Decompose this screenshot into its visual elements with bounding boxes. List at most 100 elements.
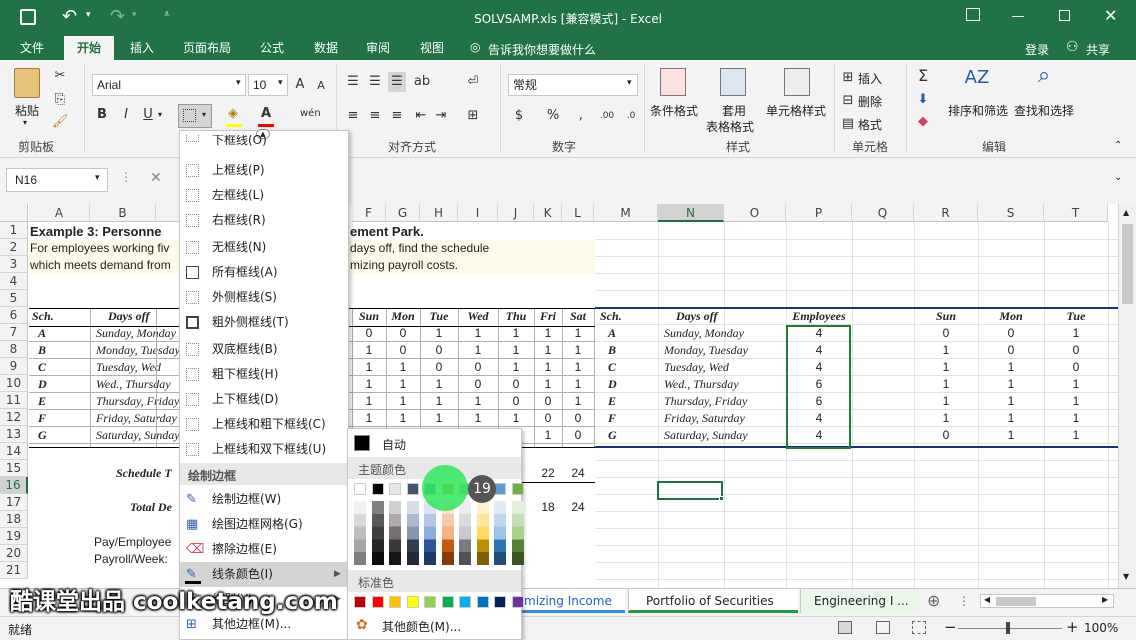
tab-home[interactable]: 开始	[64, 36, 114, 60]
add-sheet-icon[interactable]: ⊕	[927, 591, 940, 610]
column-header-j[interactable]: J	[498, 204, 534, 222]
conditional-format-button[interactable]: 条件格式	[648, 102, 700, 119]
tab-view[interactable]: 视图	[412, 36, 452, 60]
tab-formulas[interactable]: 公式	[252, 36, 292, 60]
format-table-line2[interactable]: 表格格式	[700, 118, 760, 135]
column-header-b[interactable]: B	[90, 204, 156, 222]
column-header-r[interactable]: R	[914, 204, 978, 222]
number-format-select[interactable]: 常规	[508, 74, 638, 96]
fill-icon[interactable]: ⬇	[914, 90, 932, 110]
column-header-m[interactable]: M	[594, 204, 658, 222]
column-header-h[interactable]: H	[420, 204, 458, 222]
phonetic-icon[interactable]: wén	[300, 104, 321, 124]
font-name-select[interactable]: Arial	[92, 74, 246, 96]
theme-shade-column[interactable]	[406, 501, 419, 565]
border-option-2[interactable]: 左框线(L)	[180, 183, 348, 208]
row-header-20[interactable]: 20	[0, 545, 28, 562]
column-header-a[interactable]: A	[29, 204, 90, 222]
align-right-icon[interactable]: ≡	[388, 106, 406, 126]
name-box-dropdown-icon[interactable]: ▾	[95, 173, 100, 183]
row-header-16[interactable]: 16	[0, 477, 28, 494]
standard-color-swatch[interactable]	[389, 596, 401, 608]
vertical-scrollbar[interactable]: ▲ ▼	[1118, 204, 1136, 588]
border-option-9[interactable]: 粗下框线(H)	[180, 362, 348, 387]
number-format-dropdown-icon[interactable]: ▾	[627, 78, 632, 88]
wrap-text-icon[interactable]: ⏎	[464, 72, 482, 92]
align-left-icon[interactable]: ≡	[344, 106, 362, 126]
standard-color-swatch[interactable]	[406, 596, 419, 608]
format-painter-icon[interactable]: 🖌	[52, 112, 69, 132]
border-option-4[interactable]: 无框线(N)	[180, 235, 348, 260]
column-header-f[interactable]: F	[352, 204, 386, 222]
format-cells-button[interactable]: 格式	[858, 116, 882, 133]
auto-color-label[interactable]: 自动	[382, 436, 406, 453]
theme-shade-column[interactable]	[424, 501, 436, 565]
fill-handle[interactable]	[719, 496, 724, 501]
tab-file[interactable]: 文件	[12, 36, 52, 60]
row-header-3[interactable]: 3	[0, 256, 28, 273]
ribbon-display-icon[interactable]	[966, 8, 980, 21]
border-option-3[interactable]: 右框线(R)	[180, 208, 348, 233]
tab-review[interactable]: 审阅	[358, 36, 398, 60]
insert-cells-button[interactable]: 插入	[858, 70, 882, 87]
theme-color-swatch[interactable]	[511, 483, 524, 495]
standard-color-swatch[interactable]	[494, 596, 506, 608]
column-header-q[interactable]: Q	[852, 204, 914, 222]
fill-color-icon[interactable]: ◈	[224, 104, 242, 124]
autosum-icon[interactable]: Σ	[914, 66, 932, 86]
sort-filter-button[interactable]: 排序和筛选	[946, 102, 1010, 119]
row-header-19[interactable]: 19	[0, 528, 28, 545]
theme-shade-column[interactable]	[459, 501, 471, 565]
minimize-icon[interactable]	[1012, 16, 1024, 17]
share-button[interactable]: 共享	[1086, 41, 1110, 58]
login-link[interactable]: 登录	[1025, 41, 1049, 58]
theme-color-swatch[interactable]	[354, 483, 366, 495]
decrease-indent-icon[interactable]: ⇤	[412, 106, 430, 126]
tab-insert[interactable]: 插入	[122, 36, 162, 60]
cell-styles-button[interactable]: 单元格样式	[762, 102, 830, 119]
decrease-decimal-icon[interactable]: .0	[620, 106, 642, 126]
formula-expand-icon[interactable]: ⌄	[1114, 172, 1122, 183]
format-table-line1[interactable]: 套用	[708, 102, 760, 119]
close-icon[interactable]: ✕	[1104, 6, 1117, 25]
row-header-18[interactable]: 18	[0, 511, 28, 528]
row-header-14[interactable]: 14	[0, 443, 28, 460]
theme-shade-column[interactable]	[476, 501, 489, 565]
hscroll-thumb[interactable]	[996, 597, 1036, 606]
theme-color-swatch[interactable]	[389, 483, 401, 495]
percent-button[interactable]: %	[544, 106, 562, 126]
standard-color-swatch[interactable]	[371, 596, 384, 608]
align-middle-icon[interactable]: ☰	[366, 72, 384, 92]
column-header-p[interactable]: P	[786, 204, 852, 222]
increase-indent-icon[interactable]: ⇥	[432, 106, 450, 126]
column-header-i[interactable]: I	[458, 204, 498, 222]
column-header-l[interactable]: L	[562, 204, 594, 222]
draw-option-0[interactable]: ✎ 绘制边框(W)	[180, 487, 348, 512]
row-header-4[interactable]: 4	[0, 273, 28, 290]
theme-shade-column[interactable]	[389, 501, 401, 565]
copy-icon[interactable]: ⎘	[52, 90, 68, 110]
page-layout-view-icon[interactable]	[876, 621, 890, 634]
row-header-9[interactable]: 9	[0, 358, 28, 375]
comma-icon[interactable]: ,	[572, 106, 590, 126]
row-header-6[interactable]: 6	[0, 307, 28, 324]
zoom-slider-thumb[interactable]	[1006, 622, 1010, 634]
draw-option-2[interactable]: ⌫ 擦除边框(E)	[180, 537, 348, 562]
font-name-dropdown-icon[interactable]: ▾	[236, 78, 241, 88]
tab-options-icon[interactable]: ⋮	[958, 594, 970, 608]
tell-me-box[interactable]: 告诉我你想要做什么	[488, 41, 596, 58]
row-header-13[interactable]: 13	[0, 426, 28, 443]
scroll-thumb[interactable]	[1122, 224, 1133, 304]
row-header-11[interactable]: 11	[0, 392, 28, 409]
row-header-7[interactable]: 7	[0, 324, 28, 341]
standard-color-swatch[interactable]	[511, 596, 524, 608]
zoom-level[interactable]: 100%	[1084, 621, 1118, 635]
standard-color-swatch[interactable]	[459, 596, 471, 608]
border-option-5[interactable]: 所有框线(A)	[180, 260, 348, 285]
row-header-21[interactable]: 21	[0, 562, 28, 579]
theme-color-swatch[interactable]	[371, 483, 384, 495]
row-header-1[interactable]: 1	[0, 222, 28, 239]
row-header-10[interactable]: 10	[0, 375, 28, 392]
merge-center-icon[interactable]: ⊞	[464, 106, 482, 126]
theme-color-swatch[interactable]	[406, 483, 419, 495]
